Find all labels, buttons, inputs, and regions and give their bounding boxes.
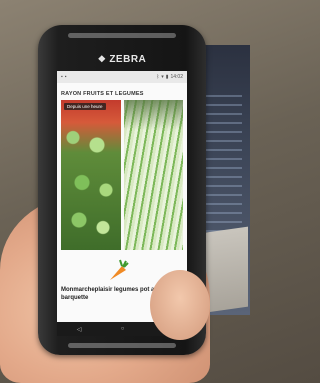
clock: 14:02 xyxy=(170,74,183,80)
product-photos[interactable]: Depuis une heure xyxy=(57,100,187,250)
product-photo-left[interactable]: Depuis une heure xyxy=(61,100,121,250)
home-icon[interactable]: ○ xyxy=(121,326,125,332)
wifi-icon: ▾ xyxy=(161,74,164,80)
battery-icon: ▮ xyxy=(165,74,169,80)
speaker-grille-top xyxy=(68,33,176,38)
zebra-logo-icon: ❖ xyxy=(97,54,107,64)
section-title: RAYON FRUITS ET LEGUMES xyxy=(61,91,144,97)
back-icon[interactable]: ◁ xyxy=(77,326,82,333)
brand-text: ZEBRA xyxy=(109,54,147,65)
brand-logo: ❖ ZEBRA xyxy=(38,54,206,65)
speaker-grille-bottom xyxy=(68,343,176,348)
bluetooth-icon: ᛒ xyxy=(156,74,160,80)
carrot-icon xyxy=(110,259,129,280)
product-photo-right[interactable] xyxy=(123,100,183,250)
status-bar: ▪ ▪ ᛒ ▾ ▮ 14:02 xyxy=(57,71,187,83)
notification-icons: ▪ ▪ xyxy=(61,74,67,80)
notification-icon: ▪ xyxy=(64,74,67,80)
thumb xyxy=(150,270,210,340)
system-icons: ᛒ ▾ ▮ 14:02 xyxy=(156,74,183,80)
time-badge: Depuis une heure xyxy=(64,103,106,110)
notification-icon: ▪ xyxy=(61,74,63,80)
